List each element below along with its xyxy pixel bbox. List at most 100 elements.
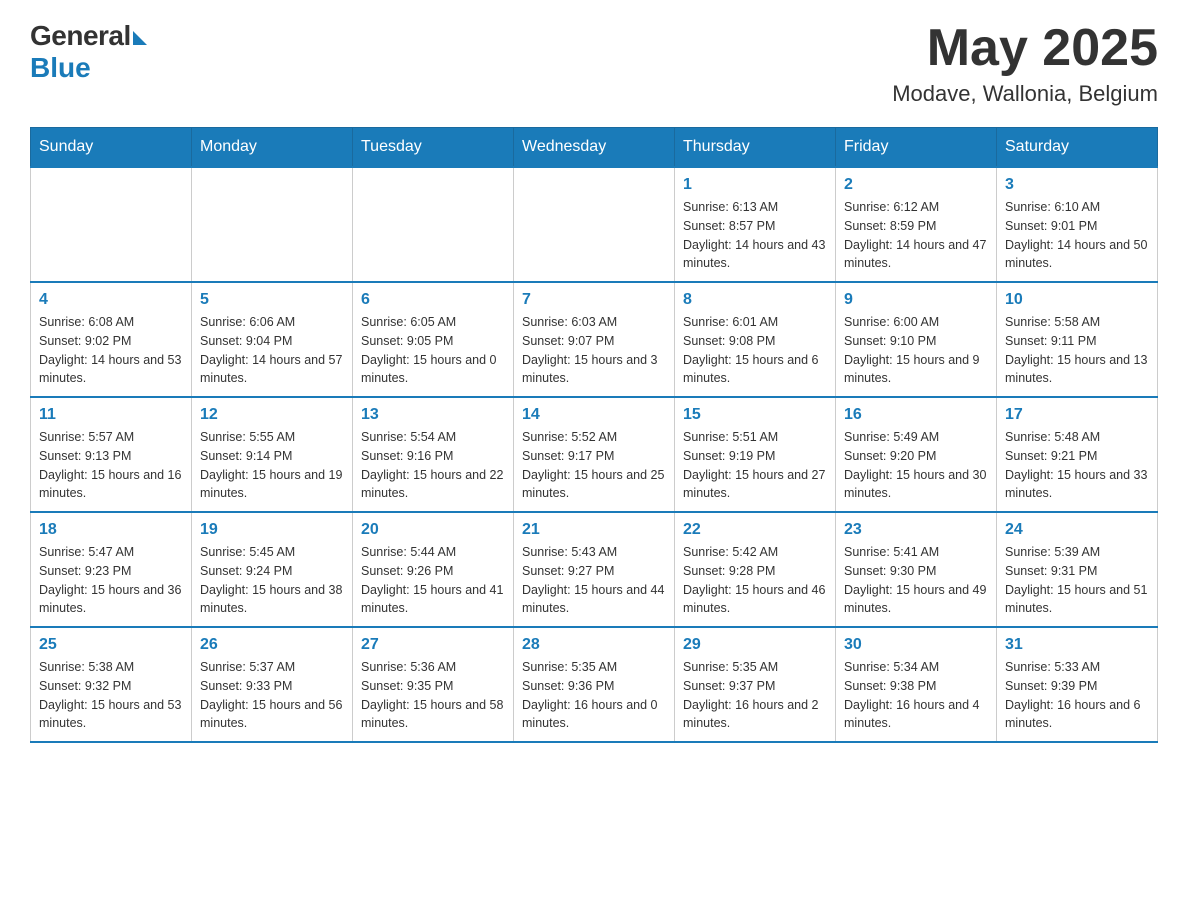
day-info: Sunrise: 6:12 AM Sunset: 8:59 PM Dayligh… [844,198,988,273]
day-cell: 20 Sunrise: 5:44 AM Sunset: 9:26 PM Dayli… [353,512,514,627]
week-row-3: 11 Sunrise: 5:57 AM Sunset: 9:13 PM Dayli… [31,397,1158,512]
day-cell: 16 Sunrise: 5:49 AM Sunset: 9:20 PM Dayli… [836,397,997,512]
day-number: 9 [844,291,988,309]
day-number: 18 [39,521,183,539]
month-year-title: May 2025 [892,20,1158,77]
day-info: Sunrise: 6:08 AM Sunset: 9:02 PM Dayligh… [39,313,183,388]
day-number: 20 [361,521,505,539]
day-number: 16 [844,406,988,424]
day-number: 26 [200,636,344,654]
day-cell: 22Sunrise: 5:42 AM Sunset: 9:28 PM Dayli… [675,512,836,627]
day-cell: 14Sunrise: 5:52 AM Sunset: 9:17 PM Dayli… [514,397,675,512]
day-number: 8 [683,291,827,309]
day-info: Sunrise: 6:03 AM Sunset: 9:07 PM Dayligh… [522,313,666,388]
day-info: Sunrise: 6:00 AM Sunset: 9:10 PM Dayligh… [844,313,988,388]
day-cell [514,167,675,282]
day-number: 11 [39,406,183,424]
day-number: 4 [39,291,183,309]
day-info: Sunrise: 5:41 AM Sunset: 9:30 PM Dayligh… [844,543,988,618]
day-cell: 7 Sunrise: 6:03 AM Sunset: 9:07 PM Daylig… [514,282,675,397]
header-cell-sunday: Sunday [31,128,192,168]
day-cell: 8 Sunrise: 6:01 AM Sunset: 9:08 PM Daylig… [675,282,836,397]
day-number: 27 [361,636,505,654]
day-number: 14 [522,406,666,424]
day-number: 17 [1005,406,1149,424]
day-number: 3 [1005,176,1149,194]
day-info: Sunrise: 6:01 AM Sunset: 9:08 PM Dayligh… [683,313,827,388]
day-info: Sunrise: 5:37 AM Sunset: 9:33 PM Dayligh… [200,658,344,733]
logo-arrow-icon [133,31,147,45]
day-number: 19 [200,521,344,539]
day-info: Sunrise: 5:34 AM Sunset: 9:38 PM Dayligh… [844,658,988,733]
day-number: 29 [683,636,827,654]
day-number: 25 [39,636,183,654]
day-cell: 24Sunrise: 5:39 AM Sunset: 9:31 PM Dayli… [997,512,1158,627]
day-cell: 19Sunrise: 5:45 AM Sunset: 9:24 PM Dayli… [192,512,353,627]
day-number: 7 [522,291,666,309]
day-info: Sunrise: 5:38 AM Sunset: 9:32 PM Dayligh… [39,658,183,733]
day-cell: 21Sunrise: 5:43 AM Sunset: 9:27 PM Dayli… [514,512,675,627]
day-cell: 10 Sunrise: 5:58 AM Sunset: 9:11 PM Dayli… [997,282,1158,397]
day-info: Sunrise: 5:49 AM Sunset: 9:20 PM Dayligh… [844,428,988,503]
title-section: May 2025 Modave, Wallonia, Belgium [892,20,1158,107]
day-info: Sunrise: 5:33 AM Sunset: 9:39 PM Dayligh… [1005,658,1149,733]
day-info: Sunrise: 5:36 AM Sunset: 9:35 PM Dayligh… [361,658,505,733]
day-cell: 3 Sunrise: 6:10 AM Sunset: 9:01 PM Daylig… [997,167,1158,282]
day-number: 10 [1005,291,1149,309]
day-info: Sunrise: 6:06 AM Sunset: 9:04 PM Dayligh… [200,313,344,388]
day-info: Sunrise: 5:44 AM Sunset: 9:26 PM Dayligh… [361,543,505,618]
day-info: Sunrise: 5:47 AM Sunset: 9:23 PM Dayligh… [39,543,183,618]
day-cell: 6Sunrise: 6:05 AM Sunset: 9:05 PM Daylig… [353,282,514,397]
day-info: Sunrise: 5:35 AM Sunset: 9:37 PM Dayligh… [683,658,827,733]
day-number: 30 [844,636,988,654]
day-cell: 15Sunrise: 5:51 AM Sunset: 9:19 PM Dayli… [675,397,836,512]
day-info: Sunrise: 6:05 AM Sunset: 9:05 PM Dayligh… [361,313,505,388]
day-number: 28 [522,636,666,654]
day-number: 21 [522,521,666,539]
day-info: Sunrise: 5:48 AM Sunset: 9:21 PM Dayligh… [1005,428,1149,503]
day-info: Sunrise: 5:35 AM Sunset: 9:36 PM Dayligh… [522,658,666,733]
day-number: 24 [1005,521,1149,539]
day-info: Sunrise: 5:42 AM Sunset: 9:28 PM Dayligh… [683,543,827,618]
day-info: Sunrise: 5:54 AM Sunset: 9:16 PM Dayligh… [361,428,505,503]
day-info: Sunrise: 5:58 AM Sunset: 9:11 PM Dayligh… [1005,313,1149,388]
week-row-1: 1Sunrise: 6:13 AM Sunset: 8:57 PM Daylig… [31,167,1158,282]
header-cell-tuesday: Tuesday [353,128,514,168]
week-row-4: 18 Sunrise: 5:47 AM Sunset: 9:23 PM Dayli… [31,512,1158,627]
calendar-table: SundayMondayTuesdayWednesdayThursdayFrid… [30,127,1158,743]
header-cell-monday: Monday [192,128,353,168]
day-cell: 18 Sunrise: 5:47 AM Sunset: 9:23 PM Dayli… [31,512,192,627]
location-subtitle: Modave, Wallonia, Belgium [892,81,1158,107]
logo-blue-text: Blue [30,52,91,84]
day-cell: 1Sunrise: 6:13 AM Sunset: 8:57 PM Daylig… [675,167,836,282]
day-info: Sunrise: 5:57 AM Sunset: 9:13 PM Dayligh… [39,428,183,503]
day-cell: 12Sunrise: 5:55 AM Sunset: 9:14 PM Dayli… [192,397,353,512]
day-cell: 9 Sunrise: 6:00 AM Sunset: 9:10 PM Daylig… [836,282,997,397]
day-number: 1 [683,176,827,194]
day-cell [192,167,353,282]
day-number: 5 [200,291,344,309]
day-cell: 4 Sunrise: 6:08 AM Sunset: 9:02 PM Daylig… [31,282,192,397]
day-cell: 29 Sunrise: 5:35 AM Sunset: 9:37 PM Dayli… [675,627,836,742]
day-cell: 25 Sunrise: 5:38 AM Sunset: 9:32 PM Dayli… [31,627,192,742]
day-cell: 28 Sunrise: 5:35 AM Sunset: 9:36 PM Dayli… [514,627,675,742]
day-info: Sunrise: 5:55 AM Sunset: 9:14 PM Dayligh… [200,428,344,503]
calendar-body: 1Sunrise: 6:13 AM Sunset: 8:57 PM Daylig… [31,167,1158,742]
day-cell: 23 Sunrise: 5:41 AM Sunset: 9:30 PM Dayli… [836,512,997,627]
day-cell: 5 Sunrise: 6:06 AM Sunset: 9:04 PM Daylig… [192,282,353,397]
day-info: Sunrise: 6:10 AM Sunset: 9:01 PM Dayligh… [1005,198,1149,273]
day-number: 13 [361,406,505,424]
week-row-2: 4 Sunrise: 6:08 AM Sunset: 9:02 PM Daylig… [31,282,1158,397]
header-cell-thursday: Thursday [675,128,836,168]
day-cell: 27 Sunrise: 5:36 AM Sunset: 9:35 PM Dayli… [353,627,514,742]
logo-general-text: General [30,20,131,52]
day-number: 23 [844,521,988,539]
header-cell-friday: Friday [836,128,997,168]
day-cell: 13 Sunrise: 5:54 AM Sunset: 9:16 PM Dayli… [353,397,514,512]
day-cell [31,167,192,282]
day-cell: 2Sunrise: 6:12 AM Sunset: 8:59 PM Daylig… [836,167,997,282]
day-cell: 31Sunrise: 5:33 AM Sunset: 9:39 PM Dayli… [997,627,1158,742]
page-header: General Blue May 2025 Modave, Wallonia, … [30,20,1158,107]
day-cell: 30 Sunrise: 5:34 AM Sunset: 9:38 PM Dayli… [836,627,997,742]
calendar-header: SundayMondayTuesdayWednesdayThursdayFrid… [31,128,1158,168]
